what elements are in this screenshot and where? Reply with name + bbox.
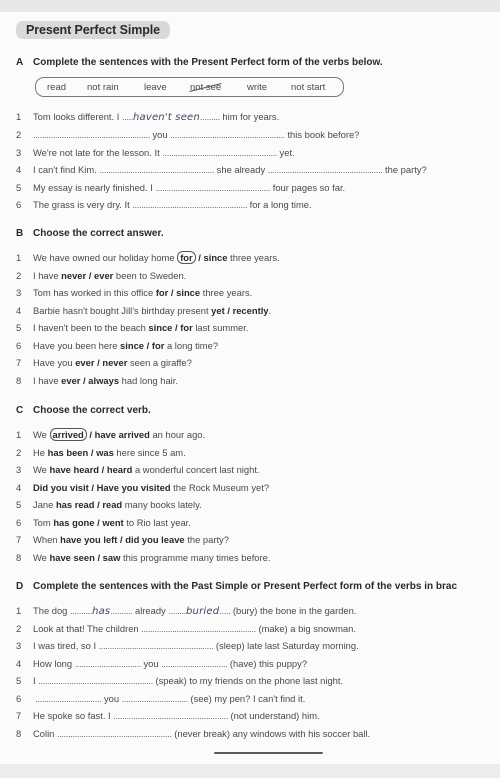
exercise-a-item: 2.......................................… [16, 129, 360, 140]
exercise-d-item: 8 Colin .................................… [16, 728, 371, 739]
answer-blank[interactable]: ........................................… [33, 129, 150, 140]
answer-option[interactable]: went [102, 517, 123, 528]
exercise-a-item: 4I can't find Kim. .....................… [16, 164, 427, 175]
answer-blank[interactable]: ........................................… [99, 640, 214, 651]
circled-answer[interactable]: arrived [49, 428, 87, 441]
exercise-c-item: 1 We arrived / have arrived an hour ago. [16, 428, 206, 441]
answer-blank[interactable]: .............................. [75, 658, 142, 669]
handwritten-answer: haven't seen [132, 112, 200, 123]
exercise-c-item: 2 He has been / was here since 5 am. [16, 447, 186, 458]
answer-option[interactable]: heard [107, 464, 133, 475]
answer-option[interactable]: since [148, 322, 172, 333]
section-c-heading: C Choose the correct verb. [16, 405, 151, 416]
answer-option[interactable]: for [152, 340, 165, 351]
exercise-a-item: 5 My essay is nearly finished. I ........… [16, 182, 346, 193]
answer-option[interactable]: since [120, 340, 144, 351]
exercise-b-item: 3 Tom has worked in this office for / sin… [16, 287, 253, 298]
answer-blank[interactable]: ..... [122, 111, 133, 122]
answer-option[interactable]: since [176, 287, 200, 298]
exercise-b-item: 6 Have you been here since / for a long t… [16, 340, 219, 351]
exercise-c-item: 8 We have seen / saw this programme many … [16, 552, 271, 563]
exercise-c-item: 4 Did you visit / Have you visited the Ro… [16, 482, 270, 493]
circled-answer[interactable]: for [177, 251, 196, 264]
answer-option[interactable]: was [96, 447, 114, 458]
word-bank-item: not rain [87, 82, 119, 93]
answer-option[interactable]: read [102, 499, 122, 510]
answer-option[interactable]: have seen [50, 552, 95, 563]
answer-blank[interactable]: ........................................… [57, 728, 172, 739]
answer-option[interactable]: for [180, 322, 193, 333]
answer-option[interactable]: Did you visit [33, 482, 89, 493]
answer-option[interactable]: Have you visited [97, 482, 171, 493]
top-bar [0, 0, 500, 12]
answer-blank[interactable]: ........................................… [132, 199, 247, 210]
exercise-c-item: 6 Tom has gone / went to Rio last year. [16, 517, 191, 528]
exercise-c-item: 7 When have you left / did you leave the … [16, 534, 229, 545]
word-bank-item: read [47, 82, 67, 93]
exercise-d-item: 3I was tired, so I .....................… [16, 640, 359, 651]
exercise-c-item: 3 We have heard / heard a wonderful conce… [16, 464, 260, 475]
home-indicator-bar[interactable] [214, 752, 323, 754]
exercise-b-item: 8I have ever / always had long hair. [16, 375, 178, 386]
answer-option[interactable]: ever [75, 357, 94, 368]
answer-blank[interactable]: .............................. [122, 693, 189, 704]
answer-option[interactable]: have arrived [95, 429, 150, 440]
answer-option[interactable]: for [156, 287, 169, 298]
word-bank: read not rain leave not see write not st… [35, 77, 344, 97]
exercise-b-item: 5I haven't been to the beach since / for… [16, 322, 249, 333]
exercise-a-item: 6 The grass is very dry. It .............… [16, 199, 312, 210]
answer-option[interactable]: always [88, 375, 119, 386]
exercise-d-item: 5I .....................................… [16, 675, 344, 686]
section-d-heading: D Complete the sentences with the Past Si… [16, 581, 458, 592]
worksheet-title: Present Perfect Simple [16, 21, 170, 39]
bottom-bar [0, 764, 500, 778]
exercise-d-item: 6 .............................. you ...… [16, 693, 306, 704]
answer-blank[interactable]: ........................................… [155, 182, 270, 193]
exercise-c-item: 5 Jane has read / read many books lately. [16, 499, 202, 510]
worksheet-page: Present Perfect Simple A Complete the sen… [0, 12, 500, 764]
answer-blank[interactable]: ........................................… [141, 623, 256, 634]
exercise-d-item: 1 The dog ..........has.......... already… [16, 605, 357, 617]
exercise-d-item: 2 Look at that! The children ............… [16, 623, 356, 634]
answer-option[interactable]: ever [94, 270, 113, 281]
answer-blank[interactable]: ........................................… [170, 129, 285, 140]
exercise-b-item: 1 We have owned our holiday home for / si… [16, 251, 280, 264]
word-bank-item: leave [144, 82, 167, 93]
word-bank-item: not start [291, 82, 326, 93]
section-b-heading: B Choose the correct answer. [16, 228, 164, 239]
answer-option[interactable]: yet [211, 305, 225, 316]
handwritten-answer: buried [186, 606, 220, 617]
answer-option[interactable]: recently [233, 305, 269, 316]
answer-option[interactable]: saw [103, 552, 121, 563]
answer-option[interactable]: never [61, 270, 86, 281]
answer-blank[interactable]: ........................................… [268, 164, 383, 175]
answer-blank[interactable]: ........................................… [113, 710, 228, 721]
exercise-b-item: 4 Barbie hasn't bought Jill's birthday pr… [16, 305, 272, 316]
answer-option[interactable]: has been [48, 447, 89, 458]
section-a-heading: A Complete the sentences with the Present… [16, 57, 383, 68]
handwritten-answer: has [92, 606, 111, 617]
answer-blank[interactable]: .............................. [33, 693, 102, 704]
word-bank-item-crossed-out: not see [190, 82, 222, 93]
answer-option[interactable]: have heard [50, 464, 100, 475]
exercise-b-item: 2I have never / ever been to Sweden. [16, 270, 187, 281]
word-bank-item: write [247, 82, 268, 93]
answer-option[interactable]: since [204, 252, 228, 263]
exercise-d-item: 4 How long ..............................… [16, 658, 308, 669]
answer-option[interactable]: have you left [60, 534, 117, 545]
answer-option[interactable]: ever [61, 375, 80, 386]
answer-option[interactable]: did you leave [125, 534, 184, 545]
exercise-a-item: 1 Tom looks different. I .....haven't see… [16, 111, 280, 123]
answer-blank[interactable]: .............................. [161, 658, 228, 669]
answer-blank[interactable]: ........................................… [38, 675, 153, 686]
exercise-b-item: 7 Have you ever / never seen a giraffe? [16, 357, 192, 368]
answer-blank[interactable]: ........................................… [99, 164, 214, 175]
answer-blank[interactable]: ........................................… [162, 147, 277, 158]
exercise-a-item: 3 We're not late for the lesson. It .....… [16, 147, 295, 158]
answer-option[interactable]: has gone [53, 517, 94, 528]
answer-option[interactable]: never [102, 357, 127, 368]
exercise-d-item: 7 He spoke so fast. I ...................… [16, 710, 320, 721]
answer-option[interactable]: has read [56, 499, 95, 510]
